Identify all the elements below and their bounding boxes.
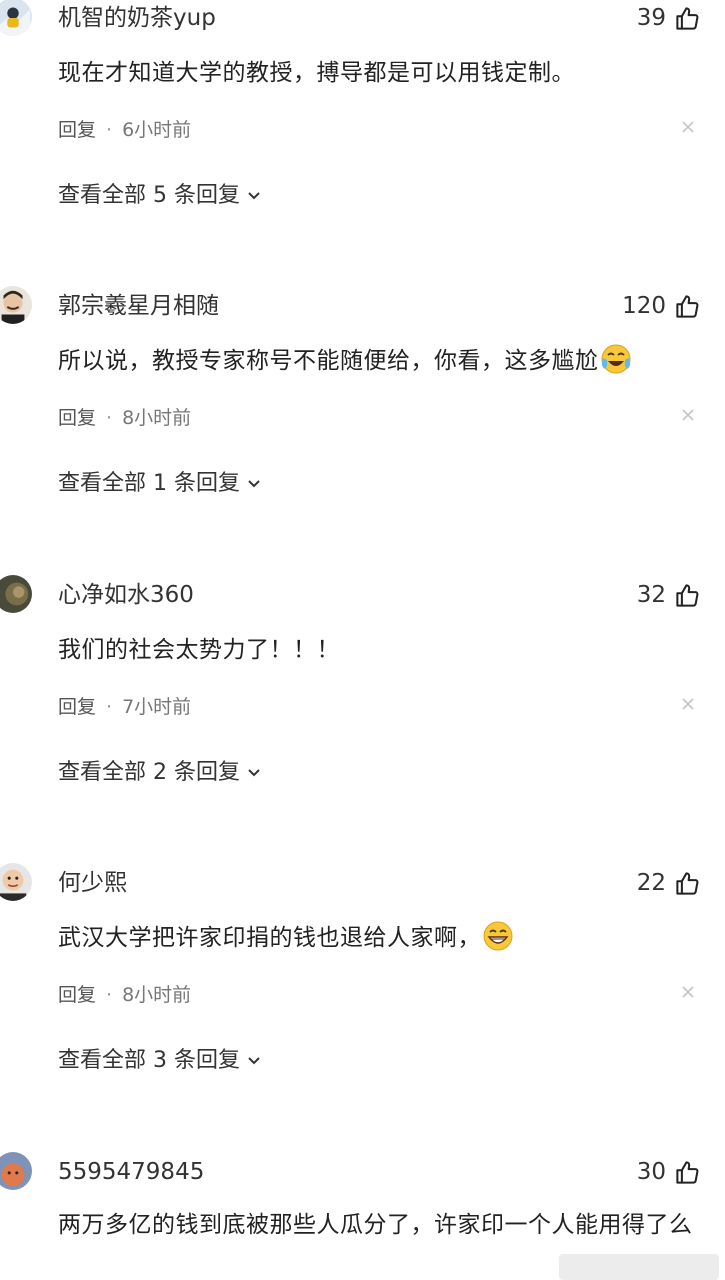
view-replies-button[interactable]: 查看全部 2 条回复 — [58, 757, 262, 789]
chevron-down-icon — [246, 765, 262, 781]
comment-text-content: 武汉大学把许家印捐的钱也退给人家啊， — [58, 925, 481, 951]
view-replies-button[interactable]: 查看全部 5 条回复 — [58, 180, 262, 212]
comment-text: 现在才知道大学的教授，搏导都是可以用钱定制。 — [58, 60, 575, 86]
comment-item: 心净如水360 32 我们的社会太势力了！！！ 回复 · 7小时前 查看全部 2 条… — [0, 575, 725, 869]
crying-laughing-emoji — [599, 342, 633, 376]
view-replies-button[interactable]: 查看全部 1 条回复 — [58, 468, 262, 500]
separator-dot: · — [106, 119, 113, 141]
username[interactable]: 何少熙 — [58, 867, 127, 899]
thumbs-up-icon[interactable] — [674, 582, 701, 609]
close-icon[interactable] — [681, 697, 695, 711]
like-button[interactable]: 120 — [622, 290, 701, 322]
reply-button[interactable]: 回复 — [58, 984, 96, 1006]
avatar[interactable] — [0, 0, 32, 36]
thumbs-up-icon[interactable] — [674, 1159, 701, 1186]
grinning-emoji — [481, 919, 515, 953]
thumbs-up-icon[interactable] — [674, 5, 701, 32]
avatar[interactable] — [0, 863, 32, 901]
comment-meta: 回复 · 6小时前 — [58, 116, 191, 144]
separator-dot: · — [106, 696, 113, 718]
reply-button[interactable]: 回复 — [58, 119, 96, 141]
close-icon[interactable] — [681, 408, 695, 422]
thumbs-up-icon[interactable] — [674, 293, 701, 320]
avatar[interactable] — [0, 575, 32, 613]
timestamp: 7小时前 — [122, 696, 192, 718]
chevron-down-icon — [246, 188, 262, 204]
username[interactable]: 机智的奶茶yup — [58, 2, 216, 34]
like-count: 32 — [636, 582, 666, 608]
like-button[interactable]: 22 — [637, 867, 701, 899]
timestamp: 8小时前 — [122, 984, 192, 1006]
separator-dot: · — [106, 984, 113, 1006]
watermark — [559, 1254, 719, 1280]
view-replies-label: 查看全部 2 条回复 — [58, 760, 240, 785]
chevron-down-icon — [246, 476, 262, 492]
view-replies-label: 查看全部 1 条回复 — [58, 471, 240, 496]
comment-meta: 回复 · 8小时前 — [58, 404, 191, 432]
timestamp: 6小时前 — [122, 119, 192, 141]
close-icon[interactable] — [681, 120, 695, 134]
separator-dot: · — [106, 407, 113, 429]
username[interactable]: 5595479845 — [58, 1156, 204, 1188]
comment-text: 我们的社会太势力了！！！ — [58, 637, 340, 663]
like-count: 120 — [622, 293, 666, 319]
view-replies-label: 查看全部 5 条回复 — [58, 183, 240, 208]
comment-text: 武汉大学把许家印捐的钱也退给人家啊， — [58, 919, 710, 957]
username[interactable]: 心净如水360 — [58, 579, 194, 611]
comment-item: 机智的奶茶yup 39 现在才知道大学的教授，搏导都是可以用钱定制。 回复 · 6小… — [0, 0, 725, 292]
like-count: 30 — [636, 1159, 666, 1185]
like-count: 39 — [636, 5, 666, 31]
comment-item: 5595479845 30 两万多亿的钱到底被那些人瓜分了，许家印一个人能用得了… — [0, 1152, 725, 1280]
view-replies-label: 查看全部 3 条回复 — [58, 1048, 240, 1073]
comment-meta: 回复 · 7小时前 — [58, 693, 191, 721]
comment-item: 何少熙 22 武汉大学把许家印捐的钱也退给人家啊， 回复 · 8小时前 查看全部 3… — [0, 863, 725, 1157]
reply-button[interactable]: 回复 — [58, 407, 96, 429]
username[interactable]: 郭宗羲星月相随 — [58, 290, 219, 322]
avatar[interactable] — [0, 1152, 32, 1190]
like-button[interactable]: 39 — [637, 2, 701, 34]
comment-item: 郭宗羲星月相随 120 所以说，教授专家称号不能随便给，你看，这多尴尬 回复 · 8… — [0, 286, 725, 580]
chevron-down-icon — [246, 1053, 262, 1069]
like-button[interactable]: 30 — [637, 1156, 701, 1188]
comment-text: 两万多亿的钱到底被那些人瓜分了，许家印一个人能用得了么 — [58, 1212, 693, 1238]
like-count: 22 — [636, 870, 666, 896]
view-replies-button[interactable]: 查看全部 3 条回复 — [58, 1045, 262, 1077]
comment-text-content: 所以说，教授专家称号不能随便给，你看，这多尴尬 — [58, 348, 599, 374]
avatar[interactable] — [0, 286, 32, 324]
like-button[interactable]: 32 — [637, 579, 701, 611]
reply-button[interactable]: 回复 — [58, 696, 96, 718]
timestamp: 8小时前 — [122, 407, 192, 429]
comment-meta: 回复 · 8小时前 — [58, 981, 191, 1009]
close-icon[interactable] — [681, 985, 695, 999]
comment-text: 所以说，教授专家称号不能随便给，你看，这多尴尬 — [58, 342, 710, 380]
thumbs-up-icon[interactable] — [674, 870, 701, 897]
